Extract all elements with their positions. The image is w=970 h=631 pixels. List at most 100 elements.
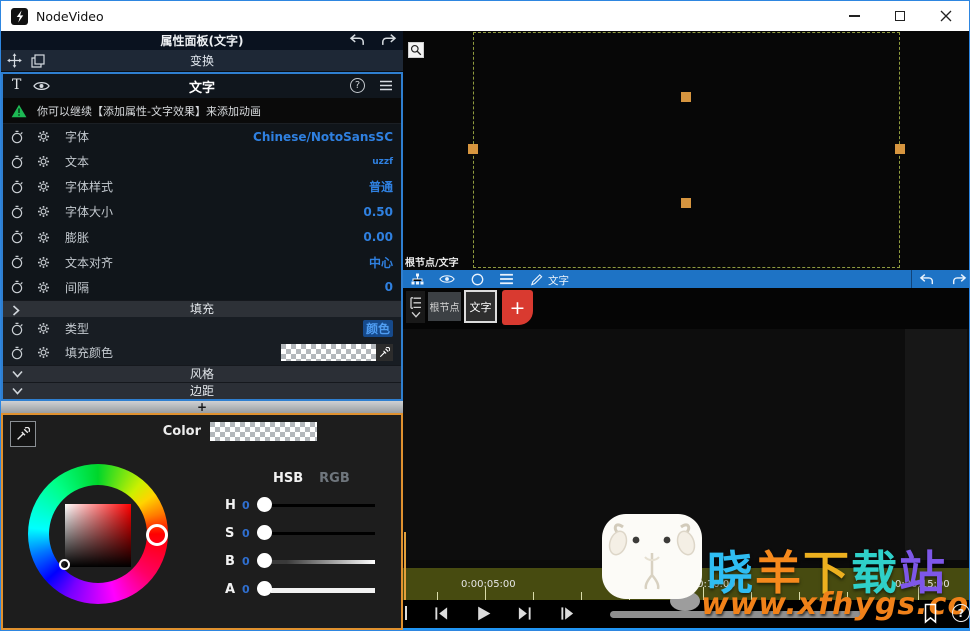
prev-frame-icon[interactable]	[434, 606, 449, 621]
preview-viewport[interactable]: 根节点/文字	[403, 31, 969, 270]
property-row-font[interactable]: 字体 Chinese/NotoSansSC	[3, 124, 401, 149]
circle-icon[interactable]	[471, 273, 484, 286]
property-row-text[interactable]: 文本 uzzf	[3, 149, 401, 174]
property-value[interactable]: 普通	[369, 178, 393, 195]
eye-icon[interactable]	[33, 80, 50, 92]
help-icon[interactable]: ?	[350, 78, 365, 93]
stopwatch-icon[interactable]	[10, 155, 24, 169]
stopwatch-icon[interactable]	[10, 322, 24, 336]
slider-knob[interactable]	[257, 525, 272, 540]
slider-knob[interactable]	[257, 553, 272, 568]
saturation-brightness-square[interactable]	[65, 504, 131, 567]
eye-icon[interactable]	[439, 273, 455, 285]
add-node-button[interactable]: +	[502, 290, 533, 325]
property-row-font-size[interactable]: 字体大小 0.50	[3, 199, 401, 224]
gear-icon[interactable]	[37, 281, 50, 294]
slider-knob[interactable]	[257, 497, 272, 512]
maximize-button[interactable]	[877, 1, 923, 31]
eyedropper-icon[interactable]	[376, 344, 393, 361]
timeline-ruler[interactable]: 0:00:05:00 0:00:10:00 0:00:15:00	[403, 560, 969, 600]
stopwatch-icon[interactable]	[10, 346, 24, 360]
text-section-header[interactable]: T 文字 ?	[3, 74, 401, 98]
property-row-text-align[interactable]: 文本对齐 中心	[3, 250, 401, 275]
question-icon[interactable]: ?	[952, 604, 970, 622]
playhead[interactable]	[404, 532, 406, 600]
undo-icon[interactable]	[919, 273, 934, 286]
property-value[interactable]: 0.00	[363, 230, 393, 244]
gear-icon[interactable]	[37, 346, 50, 359]
property-value[interactable]: 颜色	[363, 320, 393, 337]
property-row-fill-type[interactable]: 类型 颜色	[3, 317, 401, 341]
menu-icon[interactable]	[499, 273, 514, 285]
eyedropper-button[interactable]	[10, 421, 36, 447]
sv-indicator[interactable]	[59, 559, 70, 570]
zoom-tool-button[interactable]	[408, 42, 424, 58]
gear-icon[interactable]	[37, 322, 50, 335]
gear-icon[interactable]	[37, 180, 50, 193]
slider-track[interactable]	[271, 504, 375, 507]
gear-icon[interactable]	[37, 231, 50, 244]
slider-value[interactable]: 0	[242, 527, 257, 540]
step-forward-icon[interactable]	[560, 606, 575, 621]
selection-bounds[interactable]	[473, 32, 900, 268]
style-section-header[interactable]: 风格	[3, 365, 401, 382]
property-value[interactable]: 中心	[369, 254, 393, 271]
play-icon[interactable]	[475, 605, 492, 622]
selection-handle-bottom[interactable]	[681, 198, 691, 208]
hue-indicator[interactable]	[146, 524, 168, 546]
gear-icon[interactable]	[37, 130, 50, 143]
transform-section-header[interactable]: 变换	[1, 50, 403, 72]
bookmark-icon[interactable]	[922, 603, 939, 624]
stopwatch-icon[interactable]	[10, 230, 24, 244]
tab-text-node[interactable]: 文字	[464, 290, 497, 323]
timeline-scrollbar[interactable]	[610, 611, 863, 618]
menu-icon[interactable]	[379, 80, 393, 91]
undo-icon[interactable]	[349, 33, 365, 47]
gear-icon[interactable]	[37, 155, 50, 168]
selection-handle-right[interactable]	[895, 144, 905, 154]
fill-color-swatch[interactable]	[281, 344, 393, 361]
stopwatch-icon[interactable]	[10, 130, 24, 144]
property-row-spacing[interactable]: 间隔 0	[3, 275, 401, 300]
slider-track[interactable]	[271, 560, 375, 564]
slider-value[interactable]: 0	[242, 555, 257, 568]
redo-icon[interactable]	[952, 273, 967, 286]
current-color-swatch[interactable]	[210, 422, 317, 441]
gear-icon[interactable]	[37, 256, 50, 269]
slider-value[interactable]: 0	[242, 499, 257, 512]
tab-hsb[interactable]: HSB	[273, 471, 303, 486]
panel-resize-handle[interactable]: +	[1, 401, 403, 413]
slider-knob[interactable]	[257, 581, 272, 596]
property-value[interactable]: Chinese/NotoSansSC	[253, 130, 393, 144]
timeline-tracks[interactable]	[403, 329, 969, 560]
redo-icon[interactable]	[381, 33, 397, 47]
property-row-font-style[interactable]: 字体样式 普通	[3, 174, 401, 199]
property-row-expand[interactable]: 膨胀 0.00	[3, 225, 401, 250]
property-value[interactable]: uzzf	[372, 157, 393, 167]
tab-root-node[interactable]: 根节点	[428, 292, 461, 321]
node-tree-icon[interactable]	[411, 273, 424, 286]
slider-value[interactable]: 0	[242, 583, 257, 596]
gear-icon[interactable]	[37, 205, 50, 218]
color-wheel[interactable]	[28, 464, 168, 604]
slider-track[interactable]	[271, 588, 375, 593]
pencil-icon[interactable]	[530, 273, 543, 286]
fill-section-header[interactable]: 填充	[3, 300, 401, 317]
stopwatch-icon[interactable]	[10, 205, 24, 219]
slider-track[interactable]	[271, 532, 375, 535]
property-row-fill-color[interactable]: 填充颜色	[3, 341, 401, 365]
property-value[interactable]: 0.50	[363, 205, 393, 219]
close-button[interactable]	[923, 1, 969, 31]
stopwatch-icon[interactable]	[10, 255, 24, 269]
selection-handle-top[interactable]	[681, 92, 691, 102]
layers-menu-button[interactable]	[406, 291, 425, 323]
tab-rgb[interactable]: RGB	[319, 471, 350, 486]
chevron-down-icon	[12, 370, 23, 378]
property-value[interactable]: 0	[385, 280, 393, 294]
selection-handle-left[interactable]	[468, 144, 478, 154]
stopwatch-icon[interactable]	[10, 280, 24, 294]
minimize-button[interactable]	[831, 1, 877, 31]
next-frame-icon[interactable]	[517, 606, 532, 621]
stopwatch-icon[interactable]	[10, 180, 24, 194]
margin-section-header[interactable]: 边距	[3, 382, 401, 399]
